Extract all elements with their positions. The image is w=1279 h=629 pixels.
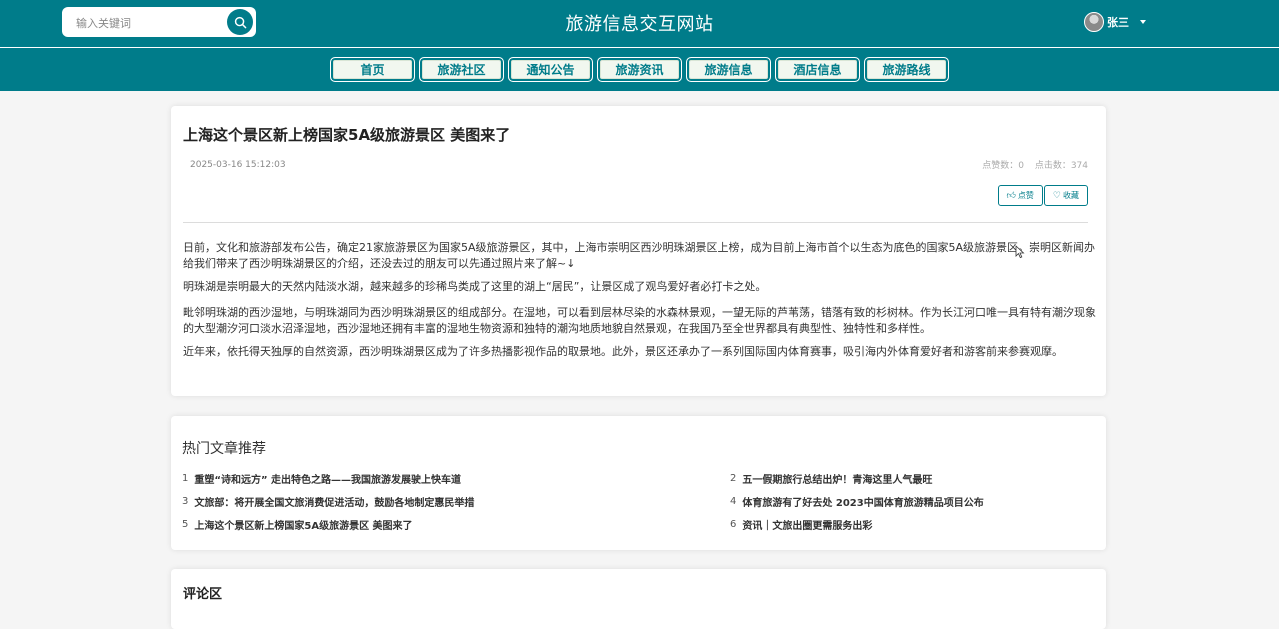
- article-content: 日前，文化和旅游部发布公告，确定21家旅游景区为国家5A级旅游景区，其中，上海市…: [183, 240, 1096, 370]
- hot-article-rank: 3: [182, 496, 189, 507]
- hot-article-title: 文旅部：将开展全国文旅消费促进活动，鼓励各地制定惠民举措: [194, 498, 475, 509]
- article-stats: 点赞数：0 点击数：374: [974, 158, 1088, 171]
- likes-count: 点赞数：0: [982, 161, 1024, 171]
- top-bar: 旅游信息交互网站 张三: [0, 0, 1279, 48]
- hot-article-item[interactable]: 5 上海这个景区新上榜国家5A级旅游景区 美图来了: [182, 517, 730, 532]
- hot-article-item[interactable]: 6 资讯｜文旅出圈更需服务出彩: [730, 517, 1090, 532]
- hot-article-title: 体育旅游有了好去处 2023中国体育旅游精品项目公布: [742, 498, 984, 509]
- hot-article-rank: 5: [182, 519, 189, 530]
- avatar: [1084, 12, 1104, 32]
- mouse-cursor-icon: [1015, 245, 1025, 259]
- article-paragraph: 近年来，依托得天独厚的自然资源，西沙明珠湖景区成为了许多热播影视作品的取景地。此…: [183, 345, 1063, 358]
- hot-article-item[interactable]: 1 重塑“诗和远方” 走出特色之路——我国旅游发展驶上快车道: [182, 471, 730, 486]
- article-date: 2025-03-16 15:12:03: [190, 160, 286, 170]
- like-button-label: 点赞: [1017, 191, 1034, 200]
- thumbs-up-icon: 👍︎: [1006, 190, 1016, 201]
- hot-articles-heading: 热门文章推荐: [182, 441, 266, 457]
- article-paragraph: 明珠湖是崇明最大的天然内陆淡水湖，越来越多的珍稀鸟类成了这里的湖上“居民”，让景…: [183, 280, 767, 293]
- nav-item-routes[interactable]: 旅游路线: [864, 57, 949, 82]
- hot-article-title: 五一假期旅行总结出炉！青海这里人气最旺: [742, 475, 933, 486]
- hot-article-rank: 1: [182, 473, 189, 484]
- hot-article-title: 上海这个景区新上榜国家5A级旅游景区 美图来了: [194, 521, 413, 532]
- user-name: 张三: [1107, 16, 1129, 29]
- nav-item-hotels[interactable]: 酒店信息: [775, 57, 860, 82]
- article-title: 上海这个景区新上榜国家5A级旅游景区 美图来了: [183, 126, 511, 144]
- nav-item-travel-info[interactable]: 旅游信息: [686, 57, 771, 82]
- hot-articles-list: 1 重塑“诗和远方” 走出特色之路——我国旅游发展驶上快车道 2 五一假期旅行总…: [182, 471, 1092, 532]
- divider: [183, 222, 1088, 223]
- nav-item-news[interactable]: 旅游资讯: [597, 57, 682, 82]
- hot-article-rank: 4: [730, 496, 737, 507]
- favorite-button[interactable]: ♡ 收藏: [1043, 185, 1088, 206]
- clicks-count: 点击数：374: [1034, 161, 1088, 171]
- hot-article-rank: 2: [730, 473, 737, 484]
- user-menu[interactable]: 张三: [1084, 12, 1146, 32]
- hot-article-item[interactable]: 4 体育旅游有了好去处 2023中国体育旅游精品项目公布: [730, 494, 1090, 509]
- hot-articles-card: 热门文章推荐 1 重塑“诗和远方” 走出特色之路——我国旅游发展驶上快车道 2 …: [171, 416, 1106, 550]
- chevron-down-icon: [1140, 20, 1146, 24]
- article-actions: 👍︎ 点赞 ♡ 收藏: [997, 185, 1088, 206]
- like-button[interactable]: 👍︎ 点赞: [997, 185, 1043, 206]
- comments-heading: 评论区: [183, 587, 223, 602]
- heart-icon: ♡: [1052, 190, 1061, 201]
- article-paragraph: 毗邻明珠湖的西沙湿地，与明珠湖同为西沙明珠湖景区的组成部分。在湿地，可以看到层林…: [183, 306, 1096, 335]
- article-paragraph: 日前，文化和旅游部发布公告，确定21家旅游景区为国家5A级旅游景区，其中，上海市…: [183, 241, 1096, 270]
- hot-article-title: 重塑“诗和远方” 走出特色之路——我国旅游发展驶上快车道: [194, 475, 462, 486]
- hot-article-item[interactable]: 2 五一假期旅行总结出炉！青海这里人气最旺: [730, 471, 1090, 486]
- hot-article-rank: 6: [730, 519, 737, 530]
- hot-article-item[interactable]: 3 文旅部：将开展全国文旅消费促进活动，鼓励各地制定惠民举措: [182, 494, 730, 509]
- hot-article-title: 资讯｜文旅出圈更需服务出彩: [742, 521, 873, 532]
- nav-item-community[interactable]: 旅游社区: [419, 57, 504, 82]
- main-nav: 首页 旅游社区 通知公告 旅游资讯 旅游信息 酒店信息 旅游路线: [0, 48, 1279, 91]
- comments-card: 评论区: [171, 569, 1106, 629]
- favorite-button-label: 收藏: [1063, 191, 1079, 200]
- nav-item-home[interactable]: 首页: [330, 57, 415, 82]
- article-card: 上海这个景区新上榜国家5A级旅游景区 美图来了 2025-03-16 15:12…: [171, 106, 1106, 396]
- nav-item-notices[interactable]: 通知公告: [508, 57, 593, 82]
